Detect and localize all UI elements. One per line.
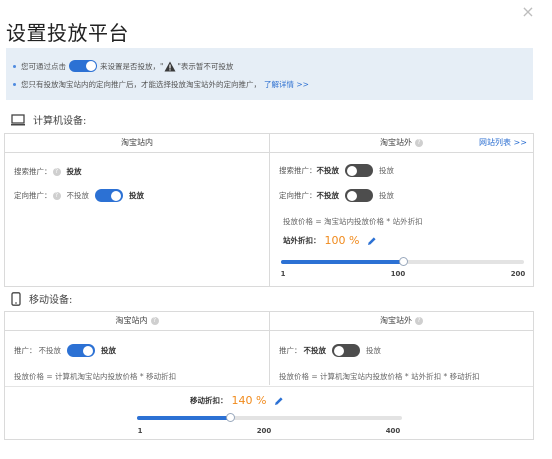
on-text: 投放: [379, 166, 394, 175]
notice-line2-text: 您只有投放淘宝站内的定向推广后，才能选择投放淘宝站外的定向推广，: [21, 80, 261, 89]
dialog-title: 设置投放平台: [6, 21, 129, 45]
column-divider: [269, 134, 270, 286]
computer-outside-targeting-row: 定向推广： 不投放 投放: [279, 189, 394, 202]
toggle-example-icon: [69, 60, 97, 72]
mobile-inside-title: 淘宝站内: [115, 316, 148, 325]
search-promo-value: 投放: [66, 167, 82, 176]
notice-line1-prefix: 您可通过点击: [21, 61, 66, 71]
computer-inside-search-row: 搜索推广： ? 投放: [14, 166, 82, 177]
mobile-outside-formula: 投放价格 = 计算机淘宝站内投放价格 * 站外折扣 * 移动折扣: [279, 371, 480, 382]
promo-label: 推广：: [279, 346, 302, 355]
slider-fill: [137, 416, 230, 420]
on-text: 投放: [366, 346, 381, 355]
slider-handle[interactable]: [225, 413, 235, 422]
on-text: 投放: [101, 346, 116, 355]
off-text: 不投放: [316, 191, 340, 200]
close-icon[interactable]: ×: [520, 4, 536, 20]
learn-more-link[interactable]: 了解详情 >>: [264, 79, 309, 90]
help-icon[interactable]: ?: [52, 167, 61, 176]
mobile-discount-value: 140 %: [231, 394, 267, 407]
computer-inside-title: 淘宝站内: [121, 138, 153, 147]
off-text: 不投放: [303, 346, 327, 355]
mobile-inside-promo-row: 推广： 不投放 投放: [14, 344, 116, 357]
slider-min-label: 1: [137, 427, 143, 435]
search-promo-label: 搜索推广：: [279, 166, 317, 175]
monitor-icon: [11, 113, 25, 125]
slider-handle[interactable]: [398, 257, 408, 266]
pencil-icon[interactable]: [274, 396, 284, 406]
price-formula: 投放价格 = 计算机淘宝站内投放价格 * 移动折扣: [14, 372, 177, 381]
notice-line1-mid: 来设置是否投放，": [100, 61, 164, 71]
computer-panel: 淘宝站内 淘宝站外? 网站列表 >> 搜索推广： ? 投放 定向推广： ? 不投…: [4, 133, 534, 287]
slider-max-label: 400: [385, 427, 401, 435]
column-divider: [269, 312, 270, 385]
row-divider: [5, 386, 533, 387]
bullet: [13, 64, 16, 68]
help-icon[interactable]: ?: [150, 316, 159, 325]
mobile-section-label: 移动设备:: [29, 295, 73, 306]
computer-outside-title: 淘宝站外: [380, 138, 412, 147]
computer-outside-targeting-toggle[interactable]: [345, 189, 373, 202]
computer-outside-search-toggle[interactable]: [345, 164, 373, 177]
help-icon[interactable]: ?: [415, 138, 423, 147]
mobile-discount-label: 移动折扣：: [190, 396, 228, 405]
mobile-discount-row: 移动折扣： 140 %: [190, 394, 284, 407]
pencil-icon[interactable]: [367, 236, 377, 246]
outside-discount-row: 站外折扣： 100 %: [283, 234, 377, 247]
off-text: 不投放: [66, 191, 90, 200]
outside-discount-slider[interactable]: [281, 257, 524, 266]
slider-mid-label: 200: [256, 427, 272, 435]
mobile-outside-promo-toggle[interactable]: [332, 344, 360, 357]
on-text: 投放: [129, 191, 144, 200]
help-icon[interactable]: ?: [415, 316, 423, 325]
mobile-inside-promo-toggle[interactable]: [67, 344, 95, 357]
computer-inside-targeting-row: 定向推广： ? 不投放 投放: [14, 189, 144, 202]
targeting-promo-label: 定向推广：: [279, 191, 317, 200]
slider-fill: [281, 260, 403, 264]
mobile-section-header: 移动设备:: [11, 291, 72, 306]
notice-line1-suffix: "表示暂不可投放: [177, 61, 234, 71]
mobile-inside-header: 淘宝站内?: [5, 312, 269, 331]
outside-discount-label: 站外折扣：: [283, 236, 321, 245]
computer-inside-targeting-toggle[interactable]: [95, 189, 123, 202]
promo-label: 推广：: [14, 346, 37, 355]
mobile-outside-promo-row: 推广： 不投放 投放: [279, 344, 381, 357]
mobile-outside-header: 淘宝站外?: [269, 312, 534, 331]
slider-max-label: 200: [510, 270, 526, 278]
warning-icon: [164, 61, 176, 71]
search-promo-label: 搜索推广：: [14, 167, 52, 176]
computer-outside-search-row: 搜索推广： 不投放 投放: [279, 164, 394, 177]
site-list-link[interactable]: 网站列表 >>: [479, 134, 527, 153]
price-formula: 投放价格 = 淘宝站内投放价格 * 站外折扣: [283, 217, 423, 226]
notice-line-2: 您只有投放淘宝站内的定向推广后，才能选择投放淘宝站外的定向推广， 了解详情 >>: [13, 79, 309, 90]
mobile-panel: 淘宝站内? 淘宝站外? 推广： 不投放 投放 投放价格 = 计算机淘宝站内投放价…: [4, 311, 534, 440]
computer-inside-header: 淘宝站内: [5, 134, 269, 153]
mobile-inside-formula: 投放价格 = 计算机淘宝站内投放价格 * 移动折扣: [14, 371, 176, 382]
price-formula: 投放价格 = 计算机淘宝站内投放价格 * 站外折扣 * 移动折扣: [279, 372, 480, 381]
on-text: 投放: [379, 191, 394, 200]
off-text: 不投放: [38, 346, 62, 355]
slider-min-label: 1: [280, 270, 286, 278]
phone-icon: [11, 291, 21, 306]
help-icon[interactable]: ?: [52, 191, 61, 200]
outside-discount-value: 100 %: [324, 234, 360, 247]
computer-section-header: 计算机设备:: [11, 112, 86, 127]
notice-line-1: 您可通过点击 来设置是否投放，" "表示暂不可投放: [13, 60, 233, 72]
notice-box: 您可通过点击 来设置是否投放，" "表示暂不可投放 您只有投放淘宝站内的定向推广…: [6, 48, 533, 100]
computer-section-label: 计算机设备:: [33, 116, 87, 127]
computer-outside-formula: 投放价格 = 淘宝站内投放价格 * 站外折扣: [283, 216, 423, 227]
slider-mid-label: 100: [390, 270, 406, 278]
mobile-discount-slider[interactable]: [137, 413, 402, 422]
mobile-outside-title: 淘宝站外: [380, 316, 412, 325]
targeting-promo-label: 定向推广：: [14, 191, 52, 200]
bullet: [13, 83, 16, 86]
off-text: 不投放: [316, 166, 340, 175]
